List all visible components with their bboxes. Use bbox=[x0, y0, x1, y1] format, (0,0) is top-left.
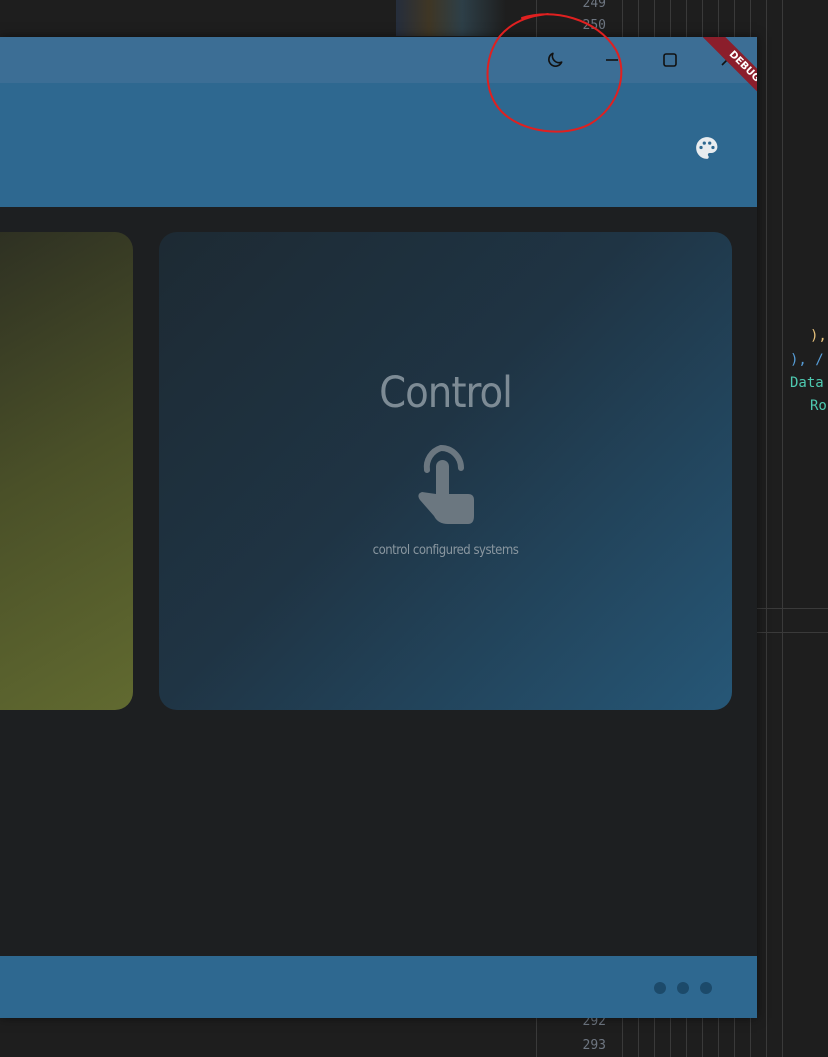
theme-palette-button[interactable] bbox=[690, 131, 724, 165]
title-bar[interactable] bbox=[0, 37, 757, 83]
code-line: ), / bbox=[790, 352, 824, 368]
editor-divider bbox=[757, 608, 828, 609]
editor-indent-guide bbox=[782, 0, 783, 1057]
editor-divider bbox=[757, 632, 828, 633]
code-line: ), bbox=[810, 328, 827, 344]
bottom-bar bbox=[0, 956, 757, 1018]
maximize-icon bbox=[663, 53, 677, 67]
minimize-icon bbox=[606, 59, 618, 61]
app-window: Control control configured systems DEBUG bbox=[0, 37, 757, 1018]
line-number: 249 bbox=[582, 0, 606, 11]
line-number: 293 bbox=[582, 1038, 606, 1053]
close-icon bbox=[721, 54, 733, 66]
minimize-button[interactable] bbox=[597, 45, 627, 75]
more-horiz-icon[interactable] bbox=[677, 982, 689, 994]
moon-icon bbox=[548, 52, 563, 67]
app-bar bbox=[0, 83, 757, 207]
code-line: Ro bbox=[810, 398, 827, 414]
line-number: 250 bbox=[582, 18, 606, 33]
more-horiz-icon[interactable] bbox=[654, 982, 666, 994]
card-title: Control bbox=[379, 368, 513, 418]
code-line: Data bbox=[790, 375, 824, 391]
touch-icon bbox=[418, 445, 474, 524]
theme-toggle-button[interactable] bbox=[540, 45, 570, 75]
palette-icon bbox=[696, 137, 718, 159]
editor-minimap bbox=[396, 0, 506, 36]
maximize-button[interactable] bbox=[655, 45, 685, 75]
card-description: control configured systems bbox=[372, 543, 519, 558]
feature-card-left[interactable] bbox=[0, 232, 133, 710]
more-horiz-icon[interactable] bbox=[700, 982, 712, 994]
editor-indent-guide bbox=[766, 0, 767, 1057]
close-button[interactable] bbox=[712, 45, 742, 75]
control-card[interactable]: Control control configured systems bbox=[159, 232, 732, 710]
